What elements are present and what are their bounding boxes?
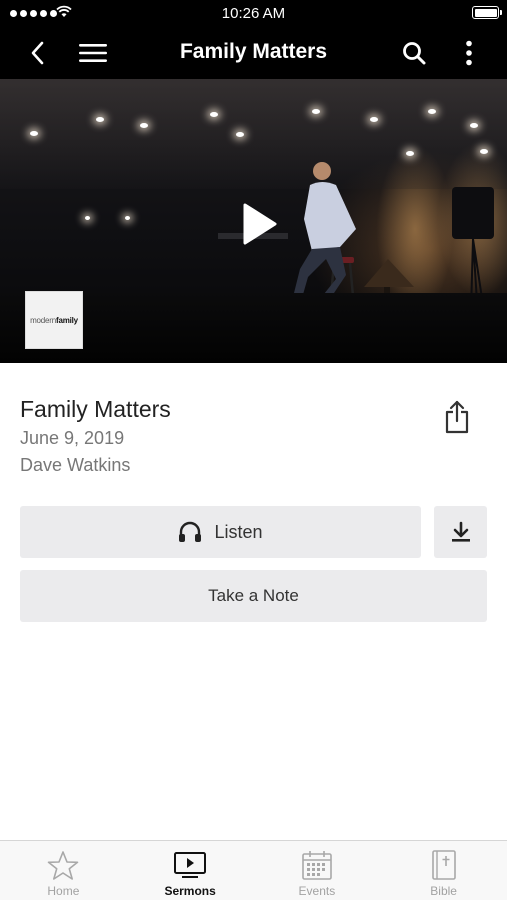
play-icon[interactable]	[239, 201, 279, 247]
headphones-icon	[179, 521, 202, 542]
tab-bible[interactable]: Bible	[380, 841, 507, 900]
back-arrow-icon	[31, 41, 44, 65]
download-button[interactable]	[434, 506, 487, 558]
calendar-icon	[302, 851, 332, 880]
sermon-date: June 9, 2019	[20, 428, 125, 448]
series-thumbnail: modernfamily	[25, 291, 83, 349]
share-button[interactable]	[441, 400, 473, 434]
tab-label: Sermons	[164, 884, 216, 898]
menu-button[interactable]	[76, 36, 110, 70]
nav-bar: Family Matters	[0, 26, 507, 79]
tab-home[interactable]: Home	[0, 841, 127, 900]
listen-button[interactable]: Listen	[20, 506, 421, 558]
tv-play-icon	[174, 852, 207, 878]
sermon-video-hero[interactable]: modernfamily	[0, 79, 507, 363]
star-icon	[48, 850, 79, 880]
sermon-speaker: Dave Watkins	[20, 455, 131, 475]
tab-label: Bible	[430, 884, 457, 898]
hamburger-menu-icon	[79, 44, 107, 62]
status-time: 10:26 AM	[221, 5, 286, 22]
listen-label: Listen	[214, 521, 263, 542]
page-title: Family Matters	[179, 40, 328, 63]
sermon-title: Family Matters	[20, 396, 171, 422]
status-bar: 10:26 AM	[0, 0, 507, 26]
back-button[interactable]	[20, 36, 54, 70]
search-icon	[403, 42, 426, 65]
tab-events[interactable]: Events	[254, 841, 381, 900]
download-icon	[451, 521, 470, 542]
more-vertical-icon	[466, 40, 472, 66]
search-button[interactable]	[397, 36, 431, 70]
tab-bar: Home Sermons Events Bible	[0, 840, 507, 900]
bible-icon	[431, 850, 456, 880]
share-icon	[445, 400, 469, 434]
tab-label: Events	[298, 884, 336, 898]
battery-icon	[472, 6, 502, 19]
take-note-button[interactable]: Take a Note	[20, 570, 487, 622]
sermon-details: Family Matters June 9, 2019 Dave Watkins	[20, 395, 420, 477]
tab-label: Home	[47, 884, 80, 898]
more-options-button[interactable]	[452, 36, 486, 70]
series-logo-text: modernfamily	[30, 315, 78, 325]
tab-sermons[interactable]: Sermons	[127, 841, 254, 900]
